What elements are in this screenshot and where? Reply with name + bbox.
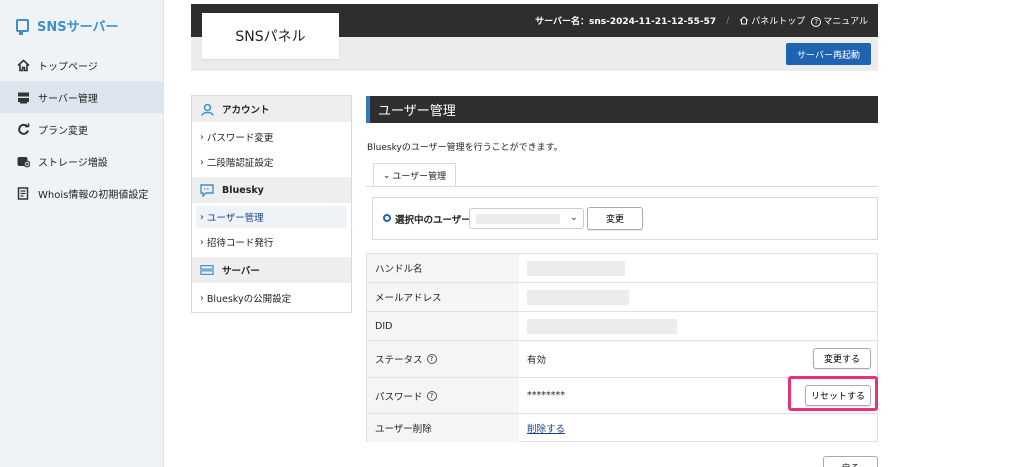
nav-label: トップページ — [38, 61, 98, 73]
page-title: ユーザー管理 — [366, 96, 878, 123]
chevron-right-icon: › — [200, 236, 204, 248]
submenu-heading-account: アカウント — [192, 96, 351, 122]
nav-item-server-management[interactable]: サーバー管理 — [0, 81, 164, 113]
submenu-item-invite-code[interactable]: › 招待コード発行 — [192, 231, 351, 253]
sub-menu: アカウント › パスワード変更 › 二段階認証設定 Bluesky › ユーザー管理 … — [191, 95, 352, 313]
help-icon[interactable]: ? — [426, 354, 437, 364]
brand-icon — [16, 18, 29, 35]
storage-icon — [16, 154, 30, 168]
submenu-item-password-change[interactable]: › パスワード変更 — [192, 126, 351, 148]
chevron-right-icon: › — [200, 211, 204, 223]
header-info: サーバー名：sns-2024-11-21-12-55-57 / パネルトップ ?… — [535, 14, 868, 27]
row-label: メールアドレス — [367, 283, 519, 311]
submenu-heading-bluesky: Bluesky — [192, 177, 351, 203]
manual-link[interactable]: ? マニュアル — [811, 14, 868, 27]
row-value — [519, 312, 877, 340]
row-value — [519, 283, 877, 311]
submenu-item-label: 二段階認証設定 — [206, 158, 274, 169]
nav-item-storage[interactable]: ストレージ増設 — [0, 145, 164, 177]
brand[interactable]: SNSサーバー — [16, 15, 118, 35]
tab-divider — [366, 186, 878, 187]
row-label: ハンドル名 — [367, 254, 519, 282]
help-icon[interactable]: ? — [426, 390, 437, 401]
panel-top-label: パネルトップ — [751, 17, 806, 27]
delete-user-link[interactable]: 削除する — [527, 421, 565, 435]
table-row-handle: ハンドル名 — [367, 254, 877, 283]
submenu-item-label: Blueskyの公開設定 — [206, 294, 292, 305]
change-user-button[interactable]: 変更 — [587, 207, 643, 230]
status-label: ステータス — [375, 355, 423, 366]
submenu-item-bluesky-public[interactable]: › Blueskyの公開設定 — [192, 287, 351, 309]
nav-label: ストレージ増設 — [38, 157, 108, 169]
row-label: DID — [367, 312, 519, 340]
handle-value-redacted — [527, 260, 625, 276]
nav-label: プラン変更 — [38, 125, 88, 137]
brand-label: SNSサーバー — [37, 19, 119, 35]
change-status-button[interactable]: 変更する — [813, 348, 871, 369]
panel-logo[interactable]: SNSパネル — [202, 13, 339, 59]
chevron-down-icon: ⌄ — [382, 170, 391, 181]
table-row-delete: ユーザー削除 削除する — [367, 414, 877, 442]
manual-label: マニュアル — [823, 17, 868, 27]
home-icon — [739, 16, 749, 25]
help-icon: ? — [811, 17, 822, 27]
password-label: パスワード — [375, 391, 423, 403]
submenu-item-label: パスワード変更 — [206, 133, 274, 144]
nav-item-plan-change[interactable]: プラン変更 — [0, 113, 164, 145]
did-value-redacted — [527, 318, 677, 334]
row-label: ステータス? — [367, 341, 519, 377]
chevron-right-icon: › — [200, 156, 204, 168]
email-value-redacted — [527, 289, 629, 305]
nav-label: サーバー管理 — [38, 93, 98, 105]
page-description: Blueskyのユーザー管理を行うことができます。 — [367, 143, 563, 153]
app-sidebar: SNSサーバー トップページ サーバー管理 プラン変更 ストレージ増設 Whoi… — [0, 0, 164, 467]
chevron-right-icon: › — [200, 131, 204, 143]
row-value: 削除する — [519, 414, 877, 442]
submenu-item-label: 招待コード発行 — [206, 238, 274, 249]
panel-top-link[interactable]: パネルトップ — [739, 14, 805, 27]
table-row-status: ステータス? 有効 変更する — [367, 341, 877, 378]
submenu-item-user-management[interactable]: › ユーザー管理 — [196, 206, 347, 228]
selected-user-label: 選択中のユーザー — [395, 215, 471, 226]
refresh-icon — [16, 122, 30, 136]
row-label: パスワード? — [367, 378, 519, 413]
table-row-email: メールアドレス — [367, 283, 877, 312]
submenu-item-label: ユーザー管理 — [206, 213, 264, 224]
submenu-heading-label: サーバー — [222, 266, 260, 277]
nav-item-top[interactable]: トップページ — [0, 49, 164, 81]
user-select-panel: 選択中のユーザー ⌄ 変更 — [372, 197, 878, 240]
submenu-heading-label: Bluesky — [222, 184, 264, 196]
chevron-down-icon: ⌄ — [569, 212, 578, 223]
nav-item-whois[interactable]: Whois情報の初期値設定 — [0, 177, 164, 209]
submenu-item-2fa[interactable]: › 二段階認証設定 — [192, 151, 351, 173]
user-icon — [200, 102, 214, 116]
chat-icon — [200, 183, 214, 197]
chevron-right-icon: › — [200, 292, 204, 304]
back-button[interactable]: 戻る — [823, 456, 878, 467]
server-name: サーバー名：sns-2024-11-21-12-55-57 — [535, 17, 717, 27]
tab-user-management[interactable]: ⌄ ユーザー管理 — [373, 163, 456, 187]
user-select-dropdown[interactable]: ⌄ — [469, 208, 584, 229]
home-icon — [16, 58, 30, 72]
user-info-table: ハンドル名 メールアドレス DID ステータス? 有効 変更する パスワード? … — [366, 253, 878, 442]
table-row-did: DID — [367, 312, 877, 341]
row-label: ユーザー削除 — [367, 414, 519, 442]
server-icon — [200, 263, 214, 277]
document-icon — [16, 186, 30, 200]
submenu-heading-label: アカウント — [222, 105, 270, 116]
restart-server-button[interactable]: サーバー再起動 — [786, 43, 871, 65]
submenu-heading-server: サーバー — [192, 257, 351, 283]
server-icon — [16, 90, 30, 104]
header-separator: / — [726, 15, 730, 26]
select-value-redacted — [476, 214, 560, 224]
nav-label: Whois情報の初期値設定 — [38, 189, 149, 201]
highlight-box — [788, 376, 878, 411]
row-value — [519, 254, 877, 282]
radio-selected-icon — [383, 214, 391, 222]
tab-label: ユーザー管理 — [392, 172, 447, 182]
